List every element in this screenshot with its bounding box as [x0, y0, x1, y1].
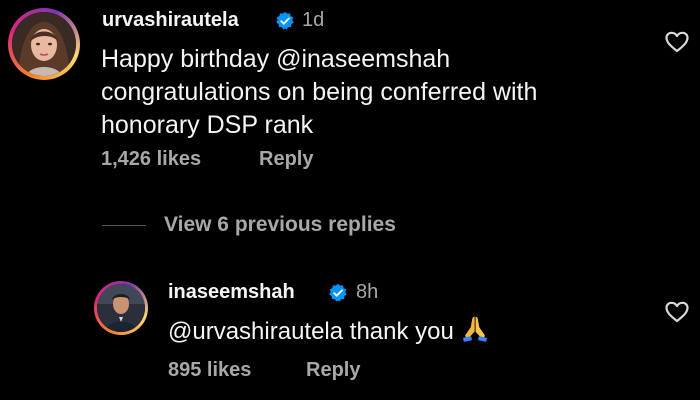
comment-inaseemshah: inaseemshah 8h @urvashirautela thank you… — [0, 270, 700, 400]
likes-count[interactable]: 895 likes — [168, 359, 251, 382]
replies-divider — [102, 225, 146, 226]
heart-icon[interactable] — [664, 30, 690, 54]
comment-text-content: @urvashirautela thank you — [168, 318, 454, 345]
view-previous-replies-button[interactable]: View 6 previous replies — [164, 213, 396, 237]
comment-text-line: honorary DSP rank — [101, 111, 314, 139]
verified-badge-icon — [329, 283, 347, 302]
reply-button[interactable]: Reply — [306, 359, 360, 382]
comment-text: Happy birthday @inaseemshah congratulati… — [101, 43, 537, 142]
comment-urvashirautela: urvashirautela 1d Happy birthday @inasee… — [0, 0, 700, 190]
avatar-inaseemshah[interactable] — [94, 281, 148, 335]
comment-timestamp: 8h — [356, 281, 379, 303]
comment-text-line: Happy birthday @inaseemshah — [101, 45, 451, 73]
comment-text: @urvashirautela thank you — [168, 313, 490, 348]
avatar-urvashirautela[interactable] — [8, 8, 80, 80]
comment-text-line: congratulations on being conferred with — [101, 78, 538, 106]
likes-count[interactable]: 1,426 likes — [101, 148, 201, 171]
folded-hands-emoji — [462, 316, 487, 342]
verified-badge-icon — [276, 11, 294, 30]
comment-username[interactable]: inaseemshah — [168, 281, 295, 304]
comment-username[interactable]: urvashirautela — [102, 9, 239, 32]
reply-button[interactable]: Reply — [259, 148, 313, 171]
heart-icon[interactable] — [664, 300, 690, 324]
comment-timestamp: 1d — [302, 9, 325, 31]
